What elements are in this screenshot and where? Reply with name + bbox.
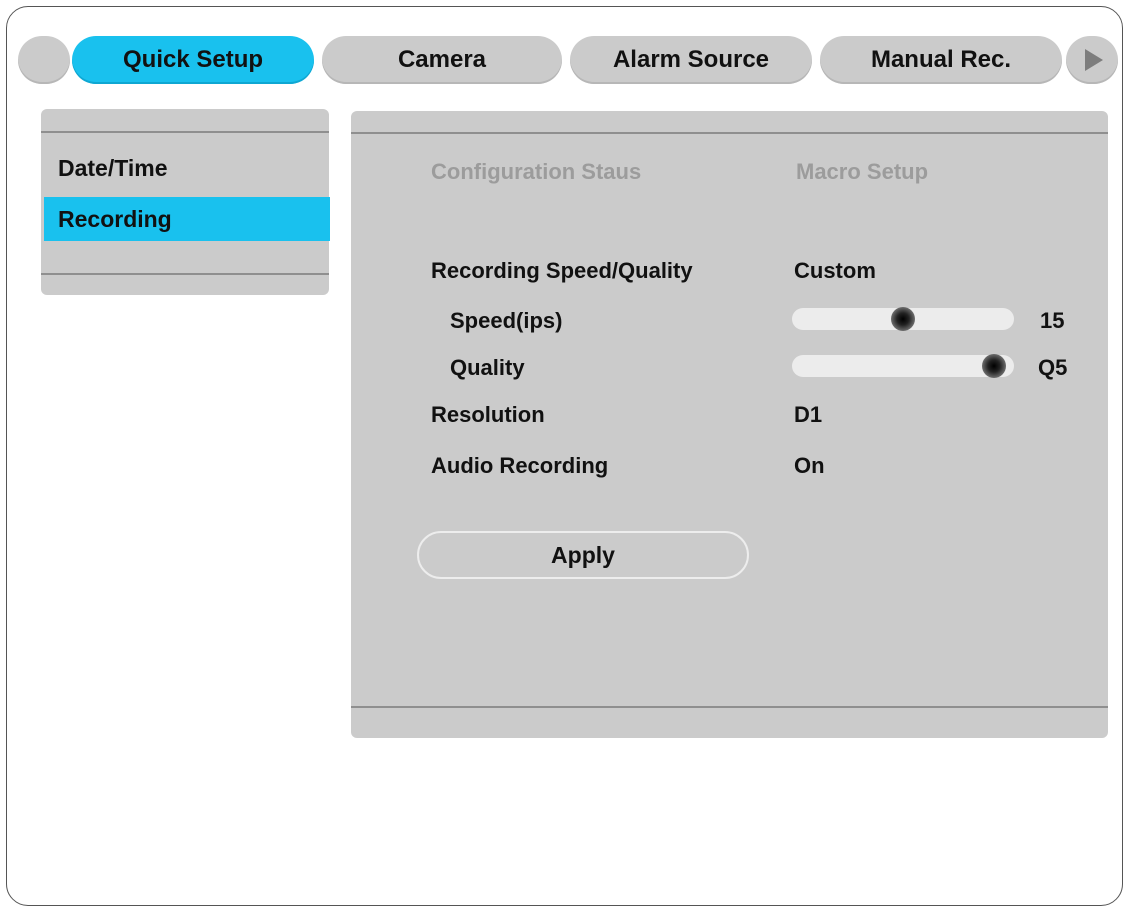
divider	[41, 273, 329, 275]
quality-value: Q5	[1038, 355, 1068, 380]
quality-label: Quality	[450, 355, 525, 380]
tab-label: Quick Setup	[122, 46, 264, 73]
macro-setup-header[interactable]: Macro Setup	[796, 159, 928, 185]
tab-scroll-left[interactable]	[18, 36, 70, 84]
tab-quick-setup[interactable]: Quick Setup	[72, 36, 314, 84]
audio-recording-label: Audio Recording	[431, 453, 609, 478]
tab-label: Camera	[397, 46, 487, 73]
recording-speed-quality-label: Recording Speed/Quality	[431, 258, 693, 283]
resolution-value[interactable]: D1	[794, 402, 822, 428]
tab-label: Manual Rec.	[870, 46, 1012, 73]
apply-button[interactable]: Apply	[417, 531, 749, 579]
configuration-status-header[interactable]: Configuration Staus	[431, 159, 641, 185]
tab-camera[interactable]: Camera	[322, 36, 562, 84]
apply-button-label: Apply	[551, 541, 615, 568]
speed-value: 15	[1040, 308, 1065, 333]
slider-knob[interactable]	[982, 354, 1007, 378]
speed-label: Speed(ips)	[450, 308, 563, 333]
tab-manual-rec[interactable]: Manual Rec.	[820, 36, 1062, 84]
slider-knob[interactable]	[891, 307, 915, 331]
side-item-label: Recording	[58, 206, 172, 232]
resolution-label: Resolution	[431, 402, 545, 427]
divider	[351, 132, 1108, 134]
recording-settings-panel: Configuration Staus Macro Setup Recordin…	[351, 111, 1108, 738]
quality-slider[interactable]	[792, 354, 1014, 378]
speed-slider[interactable]	[792, 307, 1014, 331]
play-arrow-icon	[1085, 49, 1103, 71]
tab-label: Alarm Source	[612, 46, 770, 73]
tab-scroll-right-button[interactable]	[1066, 36, 1118, 84]
divider	[41, 131, 329, 133]
recording-speed-quality-value[interactable]: Custom	[794, 258, 876, 284]
side-menu: Date/Time Recording	[41, 109, 330, 295]
divider	[351, 706, 1108, 708]
audio-recording-value[interactable]: On	[794, 453, 825, 479]
tab-alarm-source[interactable]: Alarm Source	[570, 36, 812, 84]
side-item-label: Date/Time	[58, 155, 168, 181]
side-item-recording[interactable]: Recording	[44, 197, 330, 241]
side-item-date-time[interactable]: Date/Time	[44, 146, 330, 190]
